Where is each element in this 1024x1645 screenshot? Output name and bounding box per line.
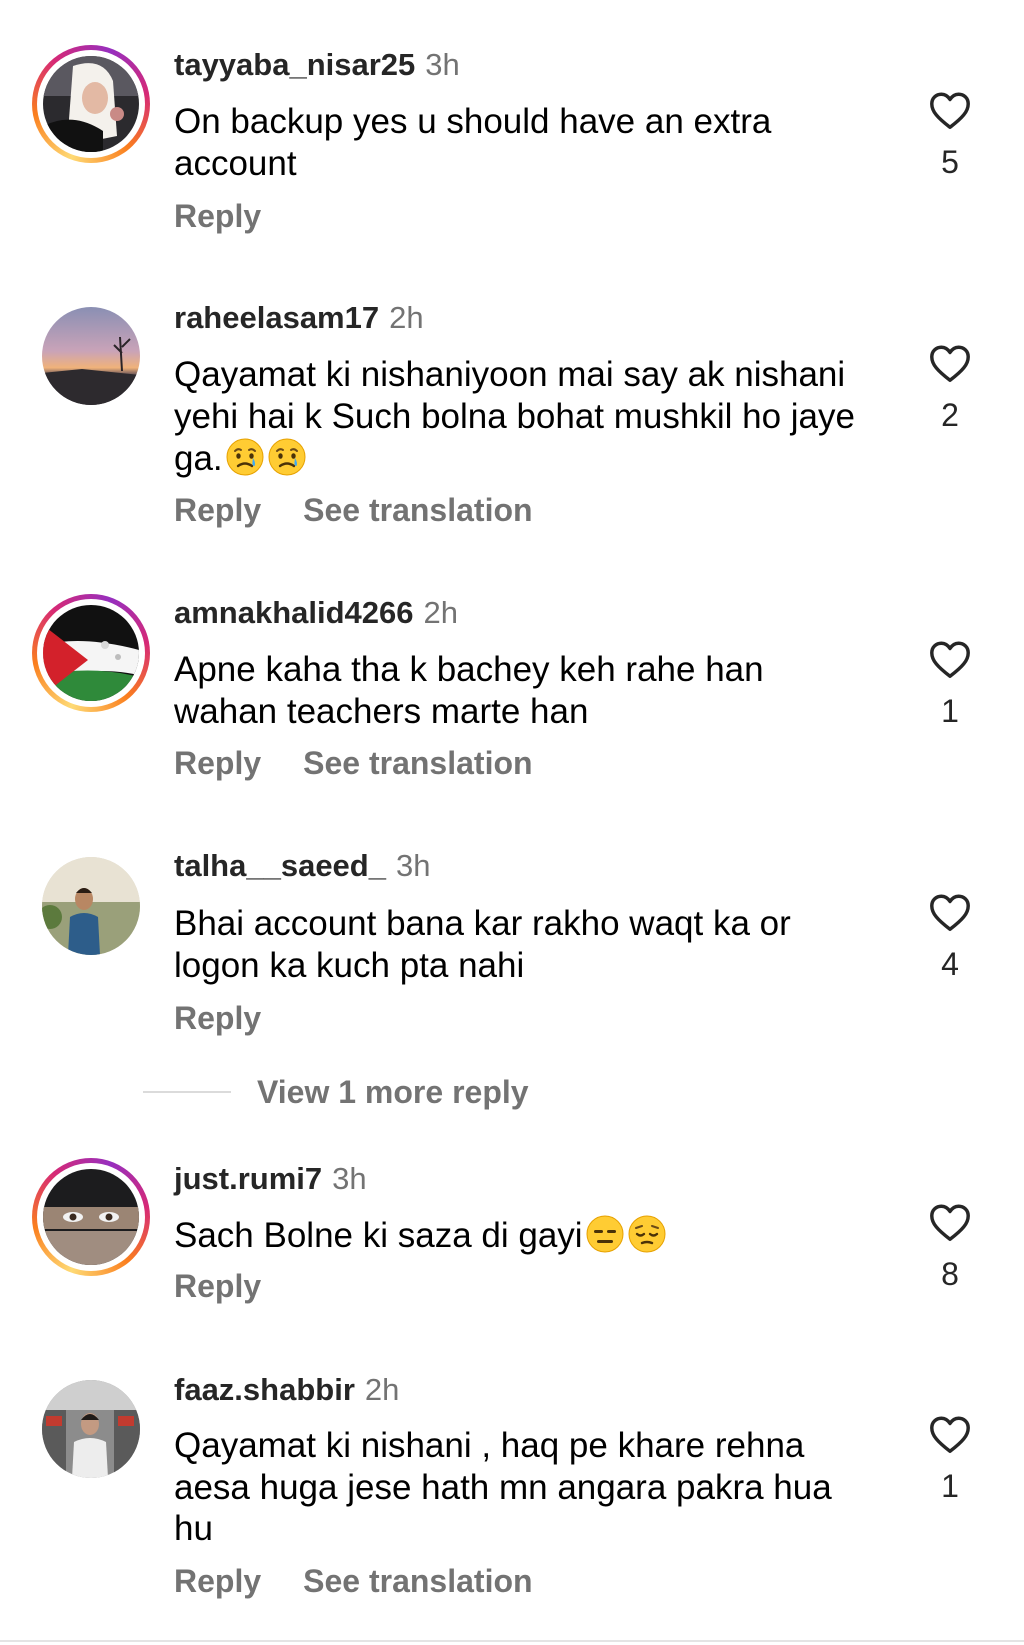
username[interactable]: tayyaba_nisar25 xyxy=(174,47,415,82)
username[interactable]: amnakhalid4266 xyxy=(174,595,414,630)
comment-actions: Reply xyxy=(174,196,261,236)
reply-button[interactable]: Reply xyxy=(174,745,261,781)
reply-button[interactable]: Reply xyxy=(174,198,261,234)
comment-actions: Reply xyxy=(174,1266,261,1306)
reply-button[interactable]: Reply xyxy=(174,492,261,528)
heart-outline-icon[interactable] xyxy=(927,1200,973,1246)
comment-actions: Reply See translation xyxy=(174,743,533,783)
expressionless-face-emoji xyxy=(585,1214,625,1254)
timestamp: 2h xyxy=(389,300,424,335)
comment-meta: faaz.shabbir 2h xyxy=(174,1370,399,1410)
avatar[interactable] xyxy=(32,594,150,712)
comment-text: Qayamat ki nishaniyoon mai say ak nishan… xyxy=(174,354,864,480)
comment-meta: tayyaba_nisar25 3h xyxy=(174,45,460,85)
comment-text: On backup yes u should have an extra acc… xyxy=(174,102,772,183)
comment-text: Sach Bolne ki saza di gayi xyxy=(174,1214,864,1257)
reply-button[interactable]: Reply xyxy=(174,1268,261,1304)
see-translation-button[interactable]: See translation xyxy=(303,492,532,528)
comment-meta: talha__saeed_ 3h xyxy=(174,846,430,886)
like-count: 1 xyxy=(941,693,959,729)
comment-meta: amnakhalid4266 2h xyxy=(174,593,458,633)
comment-text: Apne kaha tha k bachey keh rahe han waha… xyxy=(174,650,764,731)
timestamp: 3h xyxy=(395,848,431,883)
reply-button[interactable]: Reply xyxy=(174,1000,261,1036)
heart-outline-icon[interactable] xyxy=(927,341,973,387)
avatar[interactable] xyxy=(32,297,150,415)
like-count: 8 xyxy=(941,1256,959,1292)
like-button[interactable]: 8 xyxy=(920,1200,980,1294)
avatar-image xyxy=(43,605,139,701)
avatar-image xyxy=(42,1380,140,1478)
username[interactable]: talha__saeed_ xyxy=(174,848,386,883)
like-count: 1 xyxy=(941,1468,959,1504)
avatar[interactable] xyxy=(32,1370,150,1488)
see-translation-button[interactable]: See translation xyxy=(303,1563,532,1599)
avatar[interactable] xyxy=(32,1158,150,1276)
like-button[interactable]: 1 xyxy=(920,637,980,731)
username[interactable]: raheelasam17 xyxy=(174,300,379,335)
reply-button[interactable]: Reply xyxy=(174,1563,261,1599)
avatar[interactable] xyxy=(32,45,150,163)
username[interactable]: just.rumi7 xyxy=(174,1161,322,1196)
heart-outline-icon[interactable] xyxy=(927,88,973,134)
like-button[interactable]: 2 xyxy=(920,341,980,435)
avatar-image xyxy=(43,1169,139,1265)
avatar[interactable] xyxy=(32,847,150,965)
timestamp: 2h xyxy=(423,595,459,630)
view-more-replies-label[interactable]: View 1 more reply xyxy=(257,1074,529,1111)
avatar-image xyxy=(42,857,140,955)
timestamp: 3h xyxy=(332,1161,367,1196)
comment-actions: Reply See translation xyxy=(174,1561,533,1601)
heart-outline-icon[interactable] xyxy=(927,1412,973,1458)
like-button[interactable]: 5 xyxy=(920,88,980,182)
view-more-replies[interactable]: View 1 more reply xyxy=(143,1070,529,1114)
comment-meta: just.rumi7 3h xyxy=(174,1159,367,1199)
comment-meta: raheelasam17 2h xyxy=(174,298,424,338)
see-translation-button[interactable]: See translation xyxy=(303,745,532,781)
username[interactable]: faaz.shabbir xyxy=(174,1372,355,1407)
heart-outline-icon[interactable] xyxy=(927,890,973,936)
heart-outline-icon[interactable] xyxy=(927,637,973,683)
reply-thread-line xyxy=(143,1091,231,1093)
crying-face-emoji xyxy=(267,437,307,477)
like-count: 4 xyxy=(941,946,959,982)
comment-text: Qayamat ki nishani , haq pe khare rehna … xyxy=(174,1426,832,1548)
pensive-face-emoji xyxy=(627,1214,667,1254)
crying-face-emoji xyxy=(225,437,265,477)
avatar-image xyxy=(43,56,139,152)
like-button[interactable]: 1 xyxy=(920,1412,980,1506)
bottom-divider xyxy=(0,1640,1024,1642)
avatar-image xyxy=(42,307,140,405)
comment-actions: Reply See translation xyxy=(174,490,533,530)
like-count: 2 xyxy=(941,397,959,433)
timestamp: 2h xyxy=(364,1372,400,1407)
timestamp: 3h xyxy=(425,47,460,82)
like-count: 5 xyxy=(941,144,959,180)
like-button[interactable]: 4 xyxy=(920,890,980,984)
comment-text: Bhai account bana kar rakho waqt ka or l… xyxy=(174,904,791,985)
comment-text-body: Sach Bolne ki saza di gayi xyxy=(174,1216,583,1255)
comment-actions: Reply xyxy=(174,998,261,1038)
